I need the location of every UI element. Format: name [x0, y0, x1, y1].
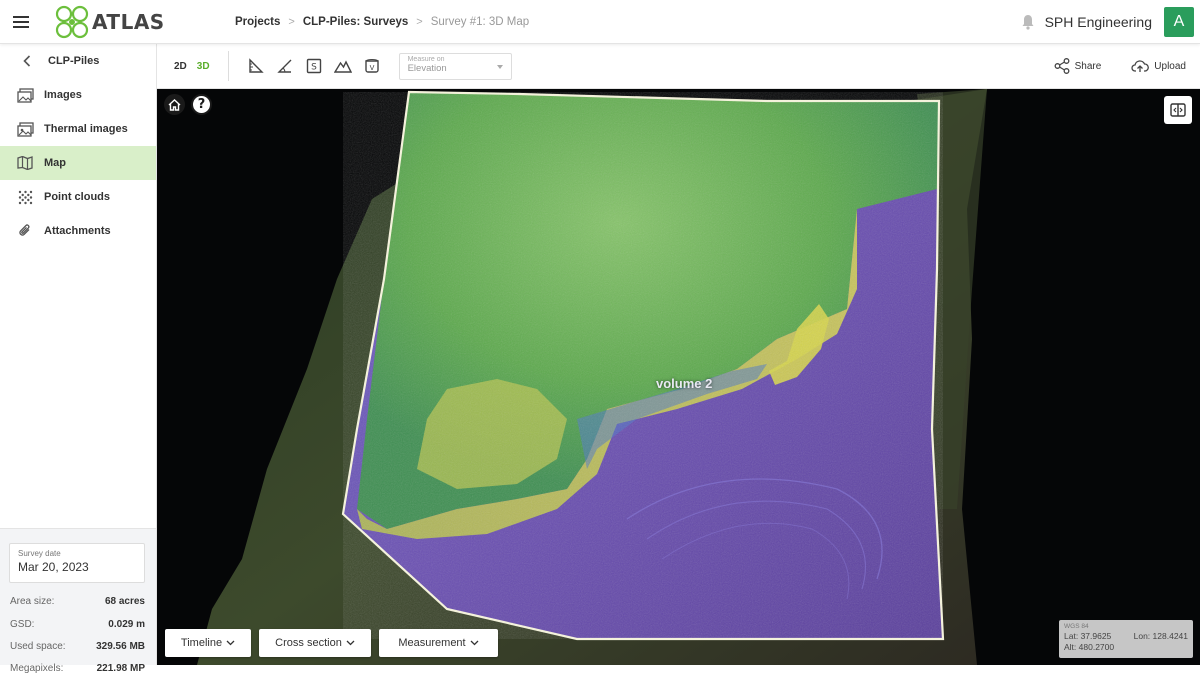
- share-button[interactable]: Share: [1054, 58, 1102, 74]
- home-icon: [168, 98, 181, 111]
- share-icon: [1054, 58, 1070, 74]
- upload-button[interactable]: Upload: [1131, 59, 1186, 73]
- alt-value: 480.2700: [1078, 642, 1115, 652]
- breadcrumb-projects[interactable]: Projects: [235, 16, 280, 28]
- coordinate-readout: WGS 84 Lat: 37.9625 Lon: 128.4241 Alt: 4…: [1059, 620, 1193, 658]
- chevron-left-icon: [18, 52, 36, 70]
- sidebar-item-point-clouds[interactable]: Point clouds: [0, 180, 156, 214]
- measurement-label: Measurement: [398, 637, 466, 649]
- measurement-button[interactable]: Measurement: [379, 629, 498, 657]
- breadcrumb: Projects > CLP-Piles: Surveys > Survey #…: [235, 16, 529, 28]
- survey-date-field[interactable]: Survey date Mar 20, 2023: [9, 543, 145, 583]
- longitude-readout: Lon: 128.4241: [1134, 631, 1188, 641]
- home-view-button[interactable]: [164, 94, 185, 115]
- stat-label: Used space:: [10, 641, 66, 652]
- survey-info-panel: Survey date Mar 20, 2023 Area size: 68 a…: [0, 528, 156, 674]
- svg-text:V: V: [369, 64, 374, 72]
- help-icon: ?: [197, 97, 206, 112]
- stat-gsd: GSD: 0.029 m: [10, 619, 145, 630]
- atlas-logo[interactable]: ATLAS: [54, 4, 194, 40]
- cross-section-label: Cross section: [275, 637, 342, 649]
- map-toolbar: 2D 3D S V Measure on Elevation Share Upl…: [157, 44, 1200, 89]
- back-label: CLP-Piles: [48, 55, 100, 67]
- cross-section-button[interactable]: Cross section: [259, 629, 371, 657]
- sidebar-item-attachments[interactable]: Attachments: [0, 214, 156, 248]
- sidebar-item-label: Map: [44, 157, 66, 169]
- measure-on-label: Measure on: [407, 55, 445, 63]
- help-button[interactable]: ?: [191, 94, 212, 115]
- sidebar-item-label: Thermal images: [44, 123, 128, 135]
- sidebar-item-thermal-images[interactable]: Thermal images: [0, 112, 156, 146]
- measure-on-select[interactable]: Measure on Elevation: [398, 52, 512, 80]
- avatar[interactable]: A: [1164, 6, 1194, 37]
- lon-label: Lon:: [1133, 631, 1151, 641]
- chevron-down-icon: [496, 64, 503, 69]
- attachments-icon: [16, 222, 34, 240]
- latitude-readout: Lat: 37.9625: [1064, 631, 1111, 641]
- point-clouds-icon: [16, 188, 34, 206]
- chevron-down-icon: [226, 640, 235, 646]
- lon-value: 128.4241: [1152, 631, 1188, 641]
- share-label: Share: [1074, 60, 1102, 72]
- sidebar-item-map[interactable]: Map: [0, 146, 156, 180]
- breadcrumb-separator-icon: >: [416, 15, 423, 28]
- app-header: ATLAS Projects > CLP-Piles: Surveys > Su…: [0, 0, 1200, 44]
- toolbar-divider: [227, 51, 229, 81]
- sidebar-item-label: Images: [44, 89, 82, 101]
- breadcrumb-current: Survey #1: 3D Map: [430, 15, 530, 28]
- coordinate-system: WGS 84: [1064, 623, 1089, 630]
- volume-annotation-label[interactable]: volume 2: [656, 376, 712, 391]
- split-view-icon: [1170, 103, 1186, 117]
- peak-icon[interactable]: [332, 55, 354, 77]
- sidebar: CLP-Piles Images Thermal images Map Poin…: [0, 44, 157, 674]
- lat-label: Lat:: [1064, 631, 1079, 641]
- upload-label: Upload: [1154, 60, 1186, 72]
- survey-date-value: Mar 20, 2023: [18, 560, 89, 574]
- logo-text: ATLAS: [92, 9, 165, 34]
- lat-value: 37.9625: [1080, 631, 1112, 641]
- ruler-icon[interactable]: [245, 55, 267, 77]
- stat-label: GSD:: [10, 619, 35, 630]
- view-2d-toggle[interactable]: 2D: [174, 61, 187, 72]
- stat-value: 0.029 m: [108, 619, 145, 630]
- breadcrumb-separator-icon: >: [288, 15, 295, 28]
- menu-icon[interactable]: [2, 0, 40, 44]
- stat-label: Area size:: [10, 596, 55, 607]
- sidebar-item-label: Attachments: [44, 225, 111, 237]
- area-icon[interactable]: S: [303, 55, 325, 77]
- alt-label: Alt:: [1064, 642, 1077, 652]
- survey-date-label: Survey date: [18, 549, 61, 558]
- timeline-label: Timeline: [180, 637, 223, 649]
- images-icon: [16, 86, 34, 104]
- org-name[interactable]: SPH Engineering: [1045, 14, 1152, 30]
- angle-icon[interactable]: [274, 55, 296, 77]
- sidebar-item-images[interactable]: Images: [0, 78, 156, 112]
- altitude-readout: Alt: 480.2700: [1064, 642, 1114, 652]
- thermal-images-icon: [16, 120, 34, 138]
- breadcrumb-surveys[interactable]: CLP-Piles: Surveys: [303, 16, 408, 28]
- map-3d-viewport[interactable]: ? volume 2 Timeline Cross section Measur…: [157, 89, 1200, 665]
- chevron-down-icon: [470, 640, 479, 646]
- stat-value: 329.56 MB: [96, 641, 145, 652]
- timeline-button[interactable]: Timeline: [165, 629, 251, 657]
- stat-used-space: Used space: 329.56 MB: [10, 641, 145, 652]
- map-icon: [16, 154, 34, 172]
- bell-icon[interactable]: [1021, 14, 1035, 30]
- drone-logo-icon: [55, 5, 89, 38]
- compare-view-button[interactable]: [1164, 96, 1192, 124]
- chevron-down-icon: [346, 640, 355, 646]
- stat-area-size: Area size: 68 acres: [10, 596, 145, 607]
- cloud-upload-icon: [1131, 60, 1150, 72]
- back-to-project[interactable]: CLP-Piles: [0, 44, 156, 78]
- volume-icon[interactable]: V: [361, 55, 383, 77]
- measure-on-value: Elevation: [407, 62, 447, 74]
- stat-value: 68 acres: [104, 596, 145, 607]
- svg-text:S: S: [311, 63, 317, 73]
- sidebar-item-label: Point clouds: [44, 191, 110, 203]
- view-3d-toggle[interactable]: 3D: [197, 61, 210, 72]
